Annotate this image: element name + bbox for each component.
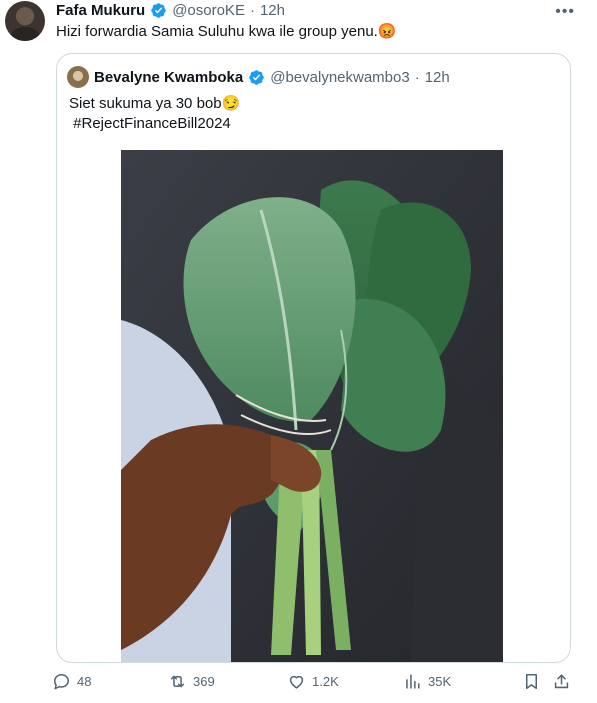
tweet-timestamp[interactable]: 12h [260,2,285,19]
quote-author-avatar[interactable] [67,66,89,88]
heart-icon [289,675,304,689]
quote-hashtag[interactable]: #RejectFinanceBill2024 [69,114,240,134]
like-count: 1.2K [312,674,339,689]
share-button[interactable] [552,672,571,691]
author-avatar[interactable] [5,1,45,41]
views-button[interactable]: 35K [403,672,451,691]
more-options-icon[interactable]: ••• [555,3,575,21]
quote-header: Bevalyne Kwamboka @bevalynekwambo3 · 12h [67,66,450,88]
repost-button[interactable]: 369 [168,672,215,691]
like-button[interactable]: 1.2K [287,672,339,691]
view-count: 35K [428,674,452,689]
share-icon [554,674,569,689]
repost-count: 369 [193,674,215,689]
quote-author-name[interactable]: Bevalyne Kwamboka [94,69,243,86]
repost-icon [170,675,185,688]
quote-text: Siet sukuma ya 30 bob😏 #RejectFinanceBil… [69,94,240,134]
tweet-header: Fafa Mukuru @osoroKE · 12h [56,0,285,20]
action-bar: 48 369 1.2K 35K [0,666,597,702]
separator-dot: · [414,68,420,86]
quote-timestamp[interactable]: 12h [425,69,450,86]
quote-text-line: Siet sukuma ya 30 bob😏 [69,95,241,112]
reply-button[interactable]: 48 [52,672,91,691]
bookmark-button[interactable] [522,672,541,691]
separator-dot: · [249,1,255,19]
quote-author-handle[interactable]: @bevalynekwambo3 [270,69,409,86]
views-icon [406,674,420,689]
quoted-tweet[interactable]: Bevalyne Kwamboka @bevalynekwambo3 · 12h… [56,53,571,663]
tweet-text: Hizi forwardia Samia Suluhu kwa ile grou… [56,23,397,40]
quote-photo[interactable] [121,150,503,662]
bookmark-icon [525,674,538,689]
author-name[interactable]: Fafa Mukuru [56,2,145,19]
sukuma-wiki-photo [121,150,503,662]
author-handle[interactable]: @osoroKE [172,2,245,19]
verified-badge-icon [249,69,264,85]
reply-count: 48 [77,674,92,689]
verified-badge-icon [151,2,166,18]
reply-icon [54,674,69,690]
